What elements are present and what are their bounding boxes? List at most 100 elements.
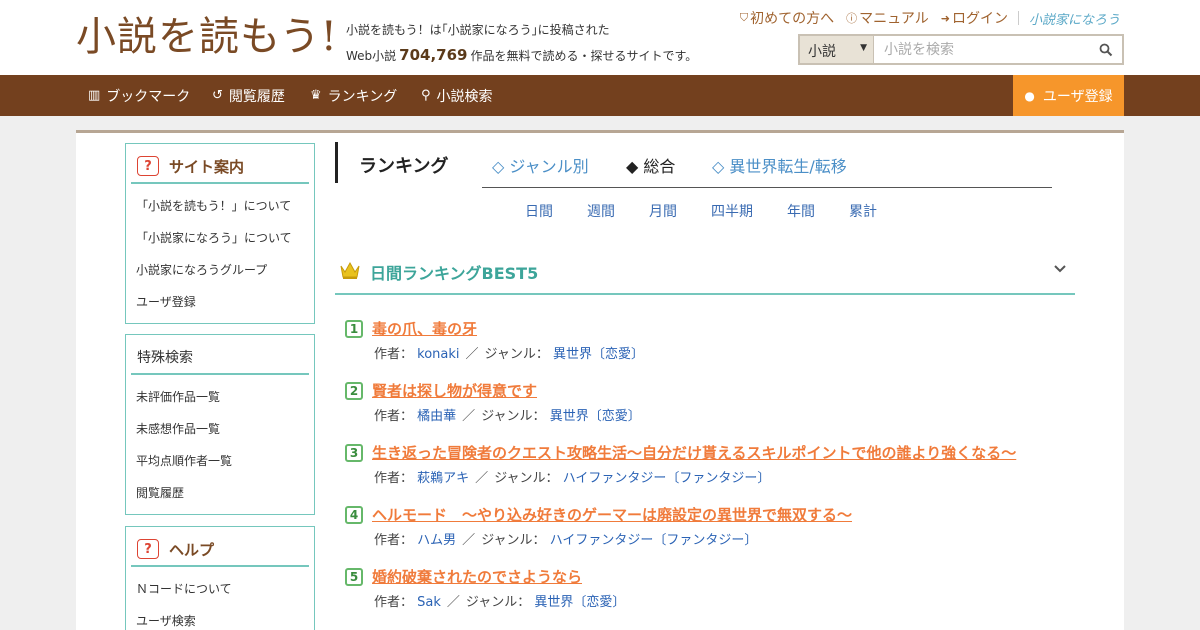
period-total[interactable]: 累計 [849,201,877,221]
period-quarterly[interactable]: 四半期 [711,201,753,221]
user-register-button[interactable]: ● ユーザ登録 [1013,75,1124,116]
ranking-title: ランキング [359,156,449,177]
ranking-entry: 3 生き返った冒険者のクエスト攻略生活～自分だけ貰えるスキルポイントで他の誰より… [345,442,1085,492]
tab-overall[interactable]: ◆ 総合 [626,153,675,177]
nav-bookmark[interactable]: ▥ ブックマーク [88,75,190,116]
rank-badge: 3 [345,444,363,462]
first-time-label: 初めての方へ [750,11,835,27]
shield-icon: ⛉ [739,11,749,24]
manual-link[interactable]: ⓘ マニュアル [846,8,929,28]
first-time-link[interactable]: ⛉ 初めての方へ [740,8,834,28]
main-nav: ▥ ブックマーク ↺ 閲覧履歴 ♛ ランキング ⚲ 小説検索 ● ユーザ登録 [0,75,1200,116]
user-register-label: ユーザ登録 [1042,88,1113,105]
site-logo[interactable]: 小説を読もう! [76,12,338,62]
genre-link[interactable]: ハイファンタジー〔ファンタジー〕 [563,471,771,486]
author-link[interactable]: Sak [417,595,441,610]
genre-link[interactable]: ハイファンタジー〔ファンタジー〕 [550,533,758,548]
tab-isekai[interactable]: ◇ 異世界転生/転移 [712,153,847,177]
period-daily[interactable]: 日間 [525,201,553,221]
special-search-header: 特殊検索 [131,341,309,375]
nav-history-label: 閲覧履歴 [228,88,285,105]
rank-badge: 2 [345,382,363,400]
rank-badge: 1 [345,320,363,338]
novel-title-link[interactable]: 賢者は探し物が得意です [372,380,537,401]
author-label: 作者： [374,409,414,424]
sidebar-special-search: 特殊検索 未評価作品一覧 未感想作品一覧 平均点順作者一覧 閲覧履歴 [125,334,315,515]
novel-count: 704,769 [399,46,468,64]
author-link[interactable]: ハム男 [417,533,456,548]
nav-search-label: 小説検索 [436,88,493,105]
novel-meta: 作者： konaki ／ ジャンル： 異世界〔恋愛〕 [374,343,644,362]
rank-badge: 4 [345,506,363,524]
period-monthly[interactable]: 月間 [649,201,677,221]
search-button[interactable] [1090,36,1122,63]
meta-separator: ／ [465,347,479,362]
help-title: ヘルプ [169,540,215,559]
genre-label: ジャンル： [481,409,546,424]
ranking-entry: 4 ヘルモード ～やり込み好きのゲーマーは廃設定の異世界で無双する～ 作者： ハ… [345,504,1085,554]
novel-meta: 作者： Sak ／ ジャンル： 異世界〔恋愛〕 [374,591,625,610]
login-icon: ➜ [940,11,950,25]
genre-link[interactable]: 異世界〔恋愛〕 [553,347,644,362]
genre-label: ジャンル： [481,533,546,548]
best5-title: 日間ランキングBEST5 [370,264,539,283]
login-link[interactable]: ➜ ログイン [941,8,1008,28]
tagline-pre: Web小説 [346,49,397,63]
crown-icon [340,261,360,279]
sidebar-item-narou-group[interactable]: 小説家になろうグループ [126,254,314,286]
search-icon [1099,43,1113,56]
novel-title-link[interactable]: ヘルモード ～やり込み好きのゲーマーは廃設定の異世界で無双する～ [372,504,852,525]
novel-meta: 作者： ハム男 ／ ジャンル： ハイファンタジー〔ファンタジー〕 [374,529,757,548]
best5-header[interactable]: 日間ランキングBEST5 [335,252,1075,295]
sidebar-item-unrated[interactable]: 未評価作品一覧 [126,381,314,413]
chevron-down-icon[interactable] [1053,262,1067,276]
author-link[interactable]: konaki [417,347,459,362]
question-circle-icon: ⓘ [846,12,858,25]
period-yearly[interactable]: 年間 [787,201,815,221]
sidebar-help: ? ヘルプ Ｎコードについて ユーザ検索 [125,526,315,630]
nav-history[interactable]: ↺ 閲覧履歴 [212,75,285,116]
search-input[interactable] [874,36,1090,63]
sidebar-item-about-narou[interactable]: 「小説家になろう」について [126,222,314,254]
sidebar-item-ncode[interactable]: Ｎコードについて [126,573,314,605]
meta-separator: ／ [446,595,460,610]
caret-down-icon: ▼ [860,43,867,53]
nav-bookmark-label: ブックマーク [106,88,191,105]
nav-search[interactable]: ⚲ 小説検索 [421,75,493,116]
help-header: ? ヘルプ [131,533,309,567]
search-type-value: 小説 [808,44,836,60]
search-type-select[interactable]: 小説 ▼ [800,36,874,63]
novel-title-link[interactable]: 婚約破棄されたのでさようなら [372,566,582,587]
tab-genre[interactable]: ◇ ジャンル別 [492,153,589,177]
sidebar-item-avg-score-authors[interactable]: 平均点順作者一覧 [126,445,314,477]
sidebar-item-user-register[interactable]: ユーザ登録 [126,286,314,318]
narou-logo-link[interactable]: 小説家になろう [1029,9,1120,28]
genre-link[interactable]: 異世界〔恋愛〕 [550,409,641,424]
nav-ranking[interactable]: ♛ ランキング [310,75,397,116]
rank-badge: 5 [345,568,363,586]
author-label: 作者： [374,347,414,362]
bookmark-icon: ▥ [88,88,101,103]
site-guide-header: ? サイト案内 [131,150,309,184]
top-links: ⛉ 初めての方へ ⓘ マニュアル ➜ ログイン 小説家になろう [728,8,1120,28]
sidebar-item-user-search[interactable]: ユーザ検索 [126,605,314,630]
sidebar-item-about-yomou[interactable]: 「小説を読もう！」について [126,190,314,222]
nav-ranking-label: ランキング [327,88,398,105]
sidebar-item-history[interactable]: 閲覧履歴 [126,477,314,509]
author-label: 作者： [374,533,414,548]
author-link[interactable]: 萩鵜アキ [417,471,469,486]
link-divider [1017,11,1019,25]
special-search-title: 特殊検索 [137,350,193,366]
author-link[interactable]: 橘由華 [417,409,456,424]
ranking-header-bar [335,142,338,183]
author-label: 作者： [374,595,414,610]
site-guide-list: 「小説を読もう！」について 「小説家になろう」について 小説家になろうグループ … [126,184,314,318]
novel-title-link[interactable]: 生き返った冒険者のクエスト攻略生活～自分だけ貰えるスキルポイントで他の誰より強く… [372,442,1016,463]
genre-link[interactable]: 異世界〔恋愛〕 [534,595,625,610]
meta-separator: ／ [462,533,476,548]
period-weekly[interactable]: 週間 [587,201,615,221]
sidebar-item-no-review[interactable]: 未感想作品一覧 [126,413,314,445]
special-search-list: 未評価作品一覧 未感想作品一覧 平均点順作者一覧 閲覧履歴 [126,375,314,509]
meta-separator: ／ [462,409,476,424]
novel-title-link[interactable]: 毒の爪、毒の牙 [372,318,477,339]
